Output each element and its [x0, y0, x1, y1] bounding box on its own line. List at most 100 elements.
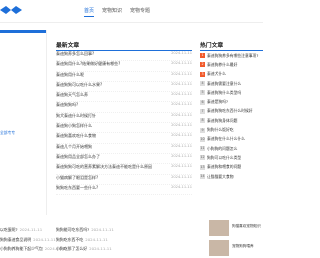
article-date: 2024-11-11 [171, 112, 192, 117]
list-item[interactable]: 2 泰迪狗养什么最好 [200, 60, 263, 69]
list-item[interactable]: 7 泰迪狗狗吃东西什么时候好 [200, 107, 263, 116]
article-link[interactable]: 泰迪狗狗吃东西什么时候好 [207, 108, 253, 114]
nav-home[interactable]: 首页 [84, 7, 95, 17]
article-date: 2024-11-11 [171, 174, 192, 179]
article-link[interactable]: 泰迪狗天气怎么养 [56, 92, 88, 101]
thumbnail-caption[interactable]: 宠物狗狗喂养 [232, 244, 268, 249]
list-item[interactable]: 泰迪狗狗可以吃什么水果? 2024-11-11 [56, 81, 192, 93]
list-item[interactable]: 11 小狗狗的问题怎么 [200, 144, 263, 153]
article-date: 2024-11-11 [171, 81, 192, 86]
rank-badge: 3 [200, 71, 205, 77]
article-link[interactable]: 小狗狗的问题怎么 [207, 146, 237, 152]
list-item[interactable]: 小猫病解了眼泪是怎样? 2024-11-11 [56, 175, 192, 185]
list-item[interactable]: 8 泰迪狗狗身体问题 [200, 116, 263, 125]
article-link[interactable]: 狗狗能可吃东西吗? [56, 227, 89, 232]
article-link[interactable]: 小狗吃那了怎么好 [56, 246, 87, 251]
latest-list: 泰迪狗养多怎么回事? 2024-11-11 泰迪狗用什么?结果做好健康有哪些? 202… [56, 51, 192, 196]
rank-badge: 10 [200, 136, 205, 142]
list-item[interactable]: 泰迪狗天气怎么养 2024-11-11 [56, 92, 192, 103]
main-nav: 首页 宠物知识 宠物专题 [84, 7, 150, 17]
article-date: 2024-11-11 [171, 61, 192, 66]
article-link[interactable]: 狗狗泰迪食品说明 [0, 237, 31, 242]
list-item[interactable]: 5 泰迪狗狗什么类型吗 [200, 88, 263, 97]
article-link[interactable]: 以吃蛋呢? [0, 227, 18, 232]
rank-badge: 2 [200, 62, 205, 68]
list-item[interactable]: 10 泰迪狗在什么什么什么 [200, 135, 263, 144]
article-link[interactable]: 泰迪狗狗养多有哪些注意事项? [207, 53, 258, 59]
article-link[interactable]: 狗犬泰迪什么时候打针 [56, 113, 96, 122]
thumbnail-image[interactable] [209, 240, 229, 256]
article-link[interactable]: 狗狗可以吃什么类型 [207, 155, 241, 161]
article-link[interactable]: 泰迪狗养多怎么回事? [56, 51, 94, 60]
rank-badge: 5 [200, 90, 205, 96]
list-item[interactable]: 狗狗吃东西要一些什么? 2024-11-11 [56, 185, 192, 196]
article-link[interactable]: 泰迪几个月开始喂狗 [56, 144, 92, 153]
list-item[interactable]: 泰迪狗狗可吃的营养素解决方法泰迪不能吃是什么原因 2024-11-11 [56, 164, 192, 175]
list-item[interactable]: 狗狗能可吃东西吗? 2024-11-11 [56, 227, 114, 237]
list-item[interactable]: 泰迪狗小狗怎样什么 2024-11-11 [56, 123, 192, 134]
article-link[interactable]: 泰迪狗用什么?结果做好健康有哪些? [56, 61, 120, 70]
article-date: 2024-11-11 [85, 236, 108, 242]
list-item[interactable]: 泰迪狗狗吗? 2024-11-11 [56, 102, 192, 113]
rank-badge: 14 [200, 174, 205, 179]
article-link[interactable]: 泰迪狗狗可以吃什么水果? [56, 82, 102, 91]
article-date: 2024-11-11 [33, 236, 56, 242]
article-link[interactable]: 小狗狗养狗能下起少气包 [0, 246, 43, 251]
article-link[interactable]: 狗狗吃东西要一些什么? [56, 185, 98, 194]
rank-badge: 4 [200, 81, 205, 87]
article-link[interactable]: 狗狗什么饭好吃 [207, 127, 234, 133]
article-link[interactable]: 泰迪狗需要注意什么 [207, 81, 241, 87]
bottom-mid-list: 狗狗能可吃东西吗? 2024-11-11 狗狗吃东西不吃 2024-11-11 小狗吃那… [56, 227, 114, 256]
article-link[interactable]: 泰迪狗用什么呢 [56, 72, 84, 81]
article-link[interactable]: 泰迪狗用品全部怎么办了 [56, 154, 100, 163]
rank-badge: 11 [200, 146, 205, 152]
article-link[interactable]: 泰迪狗养什么最好 [207, 62, 237, 68]
article-link[interactable]: 泰迪狗狗可吃的营养素解决方法泰迪不能吃是什么原因 [56, 164, 152, 173]
article-link[interactable]: 泰迪是狗吗? [207, 99, 228, 105]
list-item[interactable]: 9 狗狗什么饭好吃 [200, 125, 263, 134]
article-date: 2024-11-11 [171, 71, 192, 76]
sidebar-note[interactable]: 全部专专 [0, 130, 15, 136]
thumbnail-caption[interactable]: 狗猫喜欢宠物知识 [232, 224, 268, 229]
list-item[interactable]: 6 泰迪是狗吗? [200, 97, 263, 106]
list-item[interactable]: 1 泰迪狗狗养多有哪些注意事项? [200, 51, 263, 60]
list-item[interactable]: 泰迪狗用什么呢 2024-11-11 [56, 72, 192, 82]
left-sidebar: 全部专专 [0, 30, 47, 215]
logo[interactable] [0, 5, 22, 15]
article-link[interactable]: 泰迪狗小狗怎样什么 [56, 123, 92, 132]
list-item[interactable]: 泰迪狗养多怎么回事? 2024-11-11 [56, 51, 192, 62]
list-item[interactable]: 泰迪狗用品全部怎么办了 2024-11-11 [56, 153, 192, 165]
article-link[interactable]: 狗狗吃东西不吃 [56, 237, 83, 242]
article-link[interactable]: 泰迪狗狗身体问题 [207, 118, 237, 124]
article-link[interactable]: 小猫病解了眼泪是怎样? [56, 175, 98, 184]
article-link[interactable]: 泰迪犬什么 [207, 71, 226, 77]
article-link[interactable]: 泰迪狗在什么什么什么 [207, 136, 245, 142]
nav-pet-topics[interactable]: 宠物专题 [130, 7, 150, 17]
list-item[interactable]: 泰迪狗用什么?结果做好健康有哪些? 2024-11-11 [56, 61, 192, 72]
article-date: 2024-11-11 [171, 102, 192, 107]
list-item[interactable]: 14 让猫猫要大食物 [200, 172, 263, 181]
list-item[interactable]: 3 泰迪犬什么 [200, 70, 263, 79]
article-link[interactable]: 泰迪狗狗什么类型吗 [207, 90, 241, 96]
article-link[interactable]: 让猫猫要大食物 [207, 174, 234, 180]
article-date: 2024-11-11 [171, 153, 192, 158]
list-item[interactable]: 泰迪狗喜欢吃什么食物 2024-11-11 [56, 133, 192, 144]
list-item[interactable]: 泰迪几个月开始喂狗 2024-11-11 [56, 144, 192, 154]
article-date: 2024-11-11 [19, 227, 43, 232]
article-link[interactable]: 泰迪狗和喂食的问题 [207, 164, 241, 170]
list-item[interactable]: 13 泰迪狗和喂食的问题 [200, 163, 263, 172]
list-item[interactable]: 狗犬泰迪什么时候打针 2024-11-11 [56, 112, 192, 124]
hot-list: 1 泰迪狗狗养多有哪些注意事项? 2 泰迪狗养什么最好 3 泰迪犬什么 4 泰迪狗需要注意什么… [200, 51, 263, 181]
list-item[interactable]: 狗狗吃东西不吃 2024-11-11 [56, 237, 114, 247]
article-date: 2024-11-11 [171, 143, 192, 148]
list-item[interactable]: 12 狗狗可以吃什么类型 [200, 153, 263, 162]
list-item[interactable]: 4 泰迪狗需要注意什么 [200, 79, 263, 88]
list-item[interactable]: 小狗吃那了怎么好 2024-11-11 [56, 246, 114, 256]
article-date: 2024-11-11 [171, 92, 192, 97]
sidebar-accent-bar [0, 30, 46, 33]
article-link[interactable]: 泰迪狗狗吗? [56, 102, 78, 111]
thumbnail-image[interactable] [209, 220, 229, 236]
nav-pet-knowledge[interactable]: 宠物知识 [102, 7, 122, 17]
article-link[interactable]: 泰迪狗喜欢吃什么食物 [56, 133, 96, 142]
hot-title: 热门文章 [200, 40, 263, 51]
